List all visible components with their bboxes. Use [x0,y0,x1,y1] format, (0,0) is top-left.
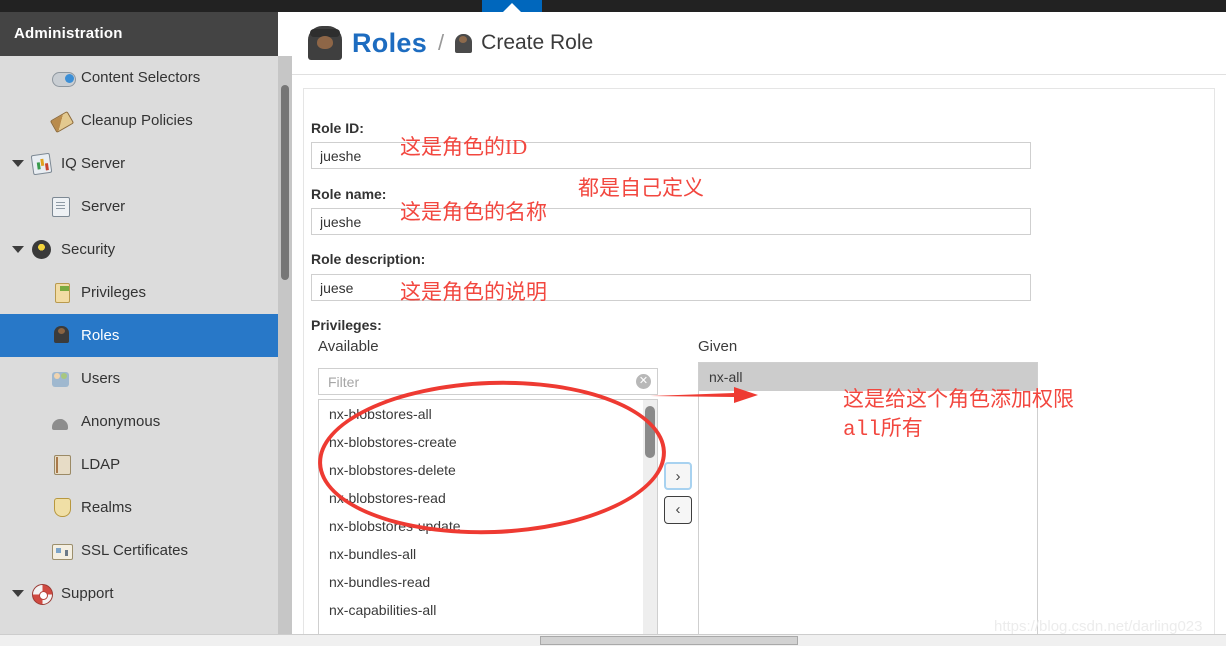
list-item[interactable]: nx-blobstores-all [319,400,657,428]
role-description-input[interactable] [311,274,1031,301]
list-item[interactable]: nx-bundles-all [319,540,657,568]
role-id-input[interactable] [311,142,1031,169]
chevron-down-icon[interactable] [12,246,24,253]
chevron-down-icon[interactable] [12,160,24,167]
sidebar: Administration Content Selectors Cleanup … [0,12,278,634]
sidebar-item-ldap[interactable]: LDAP [0,443,278,486]
sidebar-item-label: Server [81,198,126,215]
sidebar-item-label: Users [81,370,121,387]
list-item[interactable]: nx-blobstores-read [319,484,657,512]
filter-box: ✕ [318,368,658,395]
sidebar-item-ssl-certificates[interactable]: SSL Certificates [0,529,278,572]
breadcrumb-separator: / [438,30,445,55]
available-list-scrollbar-thumb[interactable] [645,406,655,458]
server-icon [52,196,72,217]
sidebar-item-label: IQ Server [61,155,126,172]
tab-notch-icon [503,3,521,12]
role-name-label: Role name: [311,186,387,202]
breadcrumb: Roles / Create Role [292,12,1226,75]
sidebar-item-iq-server[interactable]: IQ Server [0,142,278,185]
given-privileges-list[interactable]: nx-all [698,362,1038,634]
create-role-icon [455,33,473,53]
privileges-icon [52,282,72,303]
move-right-button[interactable]: › [664,462,692,490]
users-icon [52,369,72,389]
sidebar-item-label: Privileges [81,284,147,301]
filter-input[interactable] [319,369,619,394]
sidebar-item-label: LDAP [81,456,121,473]
sidebar-nav-list: Content Selectors Cleanup Policies IQ Serv… [0,56,278,615]
sidebar-item-label: Content Selectors [81,69,201,86]
list-item[interactable]: nx-all [699,363,1037,391]
move-left-button[interactable]: ‹ [664,496,692,524]
sidebar-item-content-selectors[interactable]: Content Selectors [0,56,278,99]
sidebar-item-label: Security [61,241,116,258]
anonymous-icon [52,412,72,432]
realms-icon [52,497,72,518]
content-selectors-icon [52,68,76,88]
breadcrumb-root-link[interactable]: Roles [352,28,427,59]
broom-icon [49,110,75,133]
breadcrumb-current: Create Role [481,31,594,54]
sidebar-item-security[interactable]: Security [0,228,278,271]
ldap-icon [52,454,72,475]
sidebar-item-label: Anonymous [81,413,161,430]
list-item[interactable]: nx-blobstores-delete [319,456,657,484]
roles-icon [308,26,342,60]
list-item[interactable]: nx-blobstores-create [319,428,657,456]
list-item[interactable]: nx-blobstores-update [319,512,657,540]
sidebar-item-users[interactable]: Users [0,357,278,400]
sidebar-item-label: Roles [81,327,120,344]
given-column-title: Given [698,338,738,355]
role-description-label: Role description: [311,251,426,267]
sidebar-item-roles[interactable]: Roles [0,314,278,357]
sidebar-item-support[interactable]: Support [0,572,278,615]
sidebar-item-realms[interactable]: Realms [0,486,278,529]
sidebar-item-server[interactable]: Server [0,185,278,228]
iq-server-icon [30,152,53,175]
sidebar-title: Administration [0,12,278,56]
clear-filter-icon[interactable]: ✕ [636,374,651,389]
browser-top-strip [0,0,1226,12]
roles-icon [52,325,72,346]
sidebar-item-privileges[interactable]: Privileges [0,271,278,314]
ssl-certificates-icon [52,541,73,561]
list-item[interactable]: nx-bundles-read [319,568,657,596]
horizontal-scrollbar-thumb[interactable] [540,636,798,645]
security-icon [32,239,52,260]
available-column-title: Available [318,338,379,355]
privileges-label: Privileges: [311,317,382,333]
available-privileges-list[interactable]: nx-blobstores-all nx-blobstores-create nx-… [318,399,658,634]
list-item[interactable]: nx-capabilities-all [319,596,657,624]
chevron-down-icon[interactable] [12,590,24,597]
support-icon [32,583,53,605]
sidebar-item-label: SSL Certificates [81,542,188,559]
sidebar-item-cleanup-policies[interactable]: Cleanup Policies [0,99,278,142]
sidebar-item-label: Support [61,585,114,602]
sidebar-item-anonymous[interactable]: Anonymous [0,400,278,443]
sidebar-item-label: Realms [81,499,132,516]
role-id-label: Role ID: [311,120,364,136]
app-window: Administration Content Selectors Cleanup … [0,0,1226,646]
role-name-input[interactable] [311,208,1031,235]
sidebar-item-label: Cleanup Policies [81,112,193,129]
sidebar-scrollbar-thumb[interactable] [281,85,289,280]
